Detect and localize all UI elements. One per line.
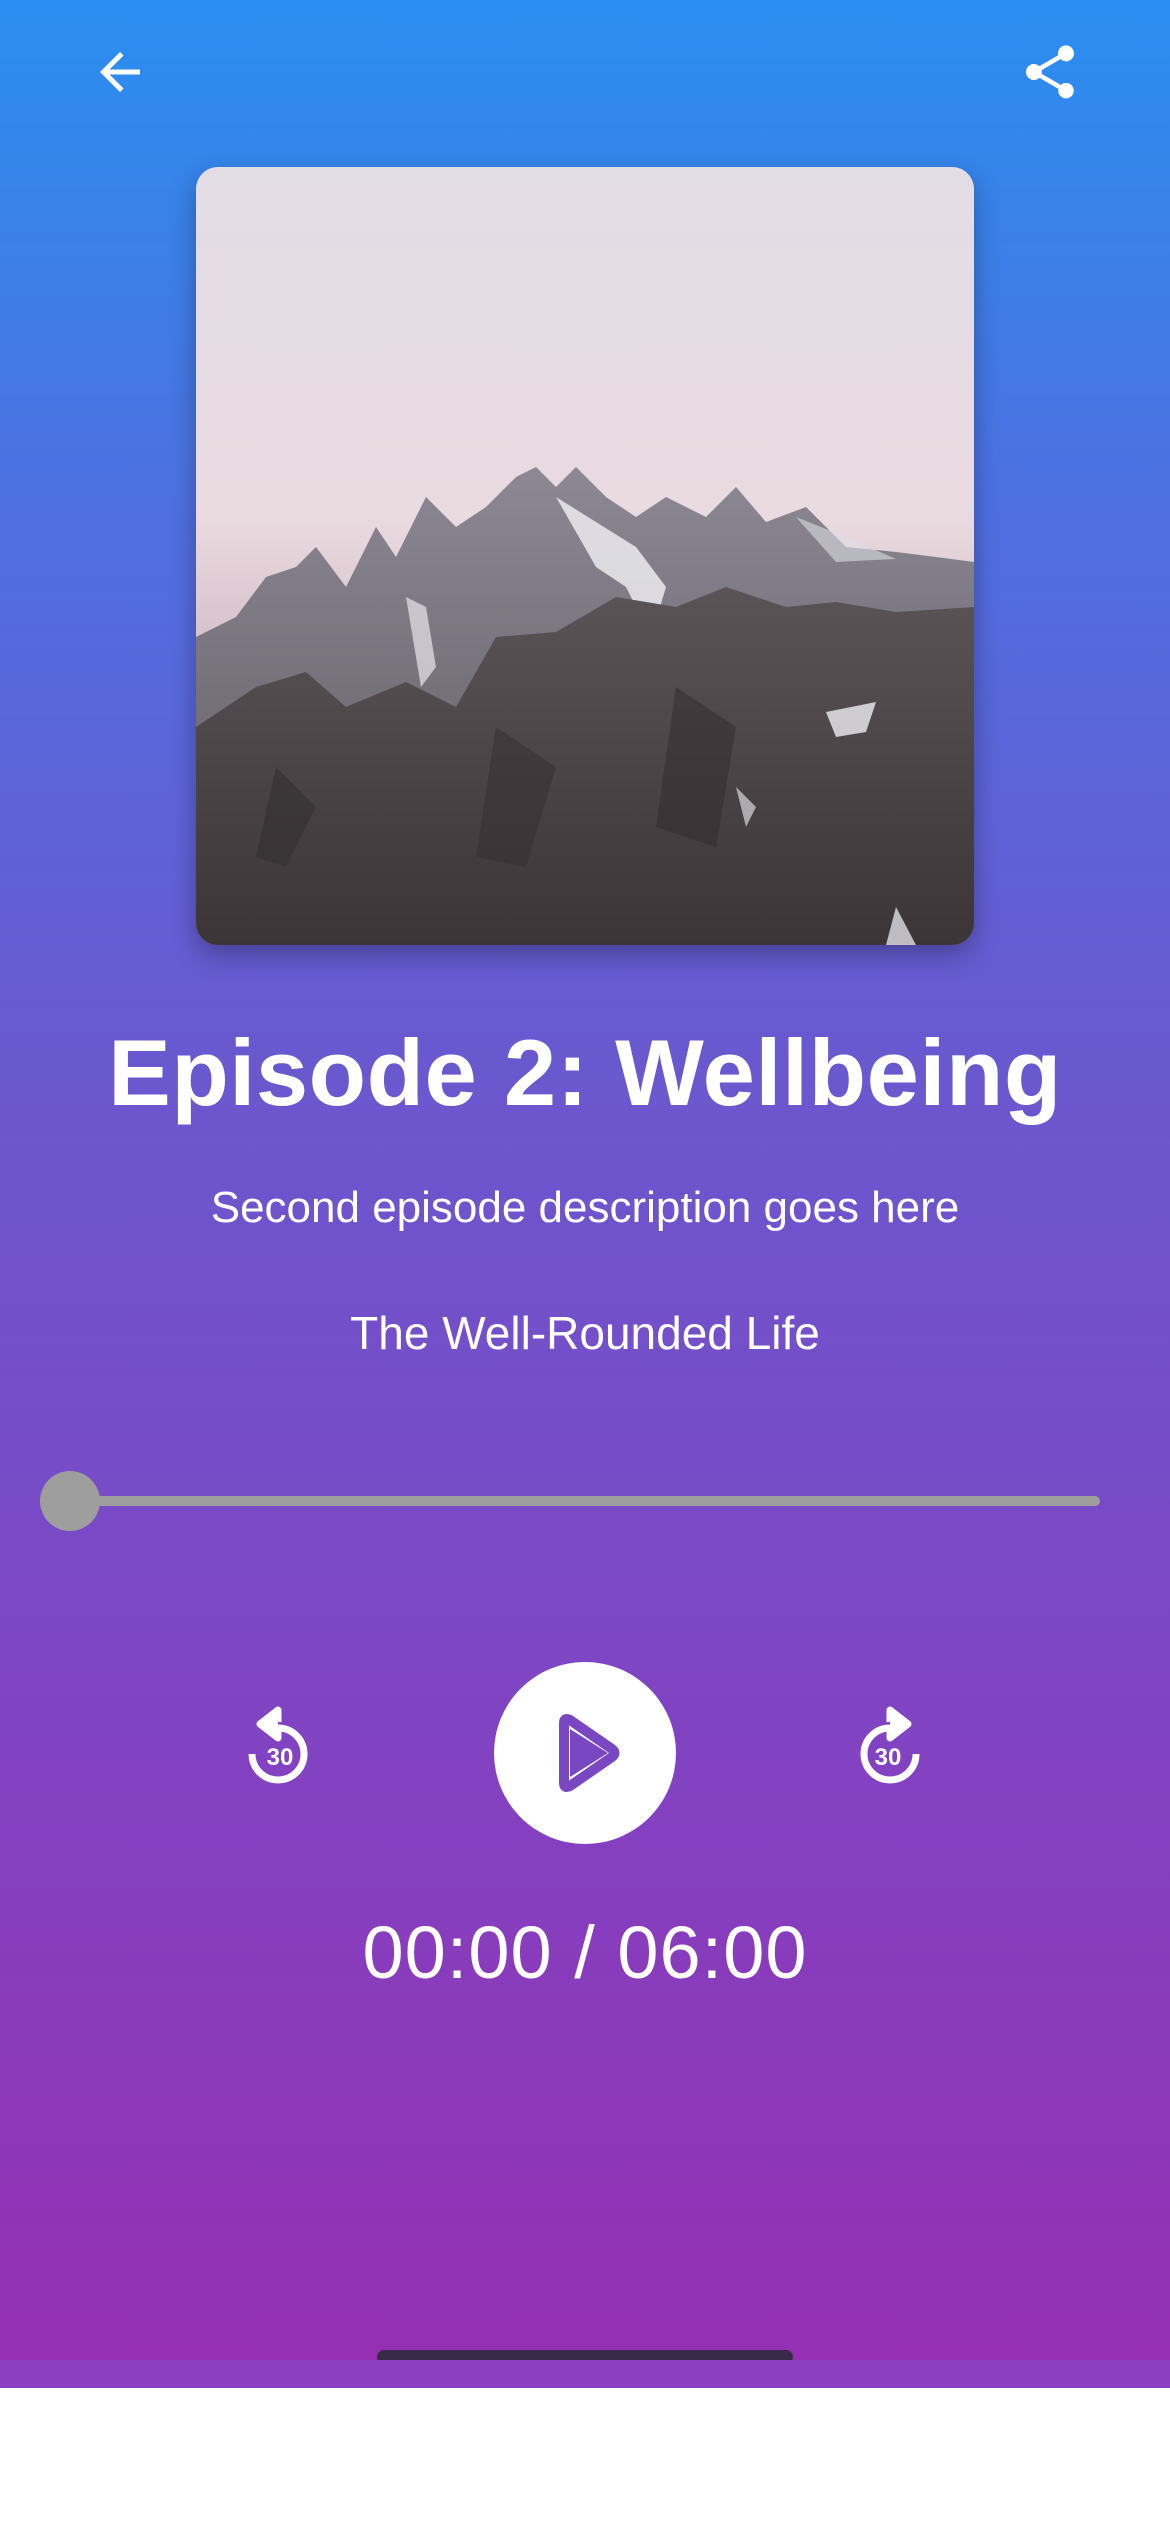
- slider-track: [70, 1496, 1100, 1506]
- episode-description: Second episode description goes here: [210, 1183, 960, 1232]
- forward-seconds-label: 30: [875, 1744, 902, 1771]
- episode-artwork: [196, 167, 974, 945]
- arrow-left-icon: [100, 52, 140, 92]
- play-button[interactable]: [494, 1662, 676, 1844]
- home-indicator[interactable]: [377, 2350, 793, 2360]
- episode-title: Episode 2: Wellbeing: [108, 1020, 1062, 1125]
- podcast-name: The Well-Rounded Life: [350, 1307, 820, 1359]
- share-button[interactable]: [1000, 22, 1100, 122]
- forward-30-icon: 30: [860, 1706, 920, 1784]
- forward-30-button[interactable]: 30: [840, 1700, 940, 1800]
- share-icon: [1026, 45, 1074, 99]
- slider-thumb[interactable]: [40, 1471, 100, 1531]
- rewind-seconds-label: 30: [267, 1744, 294, 1771]
- bottom-strip: [0, 2360, 1170, 2388]
- mountain-image: [196, 167, 974, 945]
- rewind-30-button[interactable]: 30: [228, 1700, 328, 1800]
- replay-30-icon: 30: [248, 1706, 308, 1784]
- blank-footer-area: [0, 2388, 1170, 2532]
- player-screen: Episode 2: Wellbeing Second episode desc…: [0, 0, 1170, 2360]
- time-readout: 00:00 / 06:00: [362, 1911, 808, 1994]
- progress-slider[interactable]: [40, 1470, 1100, 1532]
- play-icon: [559, 1714, 620, 1792]
- back-button[interactable]: [70, 22, 170, 122]
